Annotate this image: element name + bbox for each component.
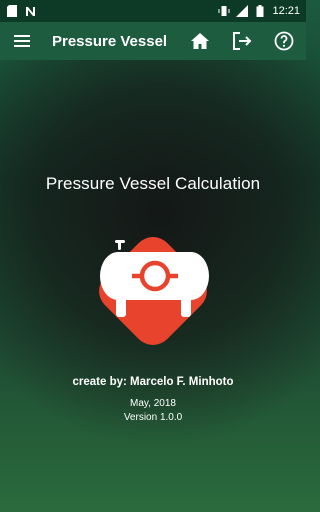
release-date: May, 2018 — [130, 398, 176, 409]
n-notification-icon — [24, 5, 36, 17]
signal-icon — [236, 5, 249, 17]
status-bar: 12:21 — [0, 0, 306, 22]
menu-icon[interactable] — [10, 29, 34, 53]
app-version: Version 1.0.0 — [123, 412, 183, 423]
help-icon[interactable] — [272, 29, 296, 53]
author-line: create by: Marcelo F. Minhoto — [72, 376, 234, 388]
status-time: 12:21 — [272, 5, 300, 17]
toolbar-title: Pressure Vessel — [52, 32, 168, 50]
battery-icon — [254, 5, 266, 17]
vibrate-icon — [218, 5, 230, 17]
page-title: Pressure Vessel Calculation — [45, 174, 261, 193]
exit-icon[interactable] — [230, 29, 254, 53]
home-icon[interactable] — [188, 29, 212, 53]
sd-card-icon — [6, 5, 18, 17]
app-toolbar: Pressure Vessel — [0, 22, 306, 60]
pressure-vessel-logo — [78, 218, 228, 364]
credits: create by: Marcelo F. Minhoto May, 2018 … — [0, 376, 306, 423]
